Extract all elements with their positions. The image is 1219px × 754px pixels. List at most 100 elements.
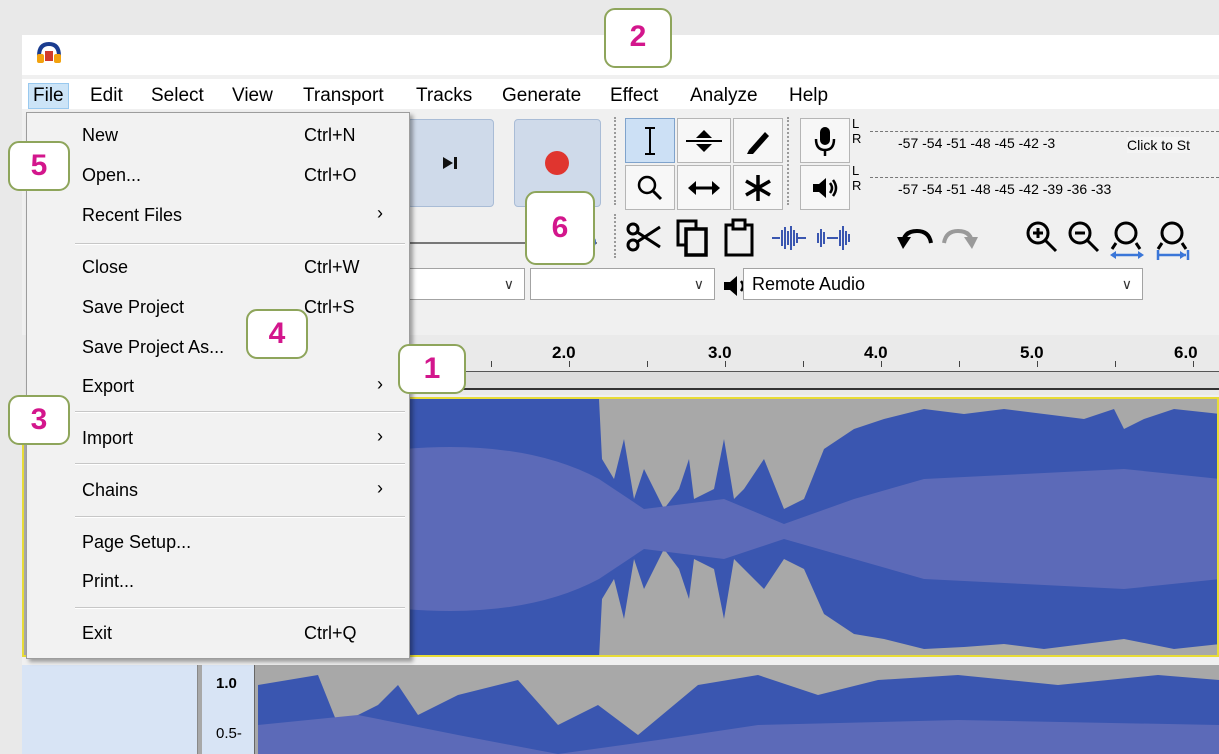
waveform: [258, 675, 1219, 754]
microphone-icon: [814, 126, 836, 156]
file-menu-import[interactable]: Import ›: [27, 422, 409, 456]
submenu-arrow-icon: ›: [377, 426, 383, 446]
callout-6: 6: [525, 191, 595, 265]
audio-track-2[interactable]: 1.0 0.5-: [22, 665, 1219, 754]
menu-view[interactable]: View: [228, 84, 277, 108]
audacity-logo-icon: [37, 42, 61, 63]
host-dropdown[interactable]: ∨: [407, 268, 525, 300]
file-menu-print[interactable]: Print...: [27, 565, 409, 599]
pencil-icon: [747, 131, 769, 154]
scale-mid-label: 0.5-: [216, 725, 242, 742]
copy-icon: [676, 219, 708, 257]
file-menu-new[interactable]: New Ctrl+N: [27, 119, 409, 153]
record-meter-scale: -57 -54 -51 -48 -45 -42 -3: [898, 135, 1056, 151]
callout-5: 5: [8, 141, 70, 191]
zoom-out-icon: [1068, 221, 1100, 253]
ruler-label: 5.0: [1020, 343, 1044, 362]
submenu-arrow-icon: ›: [377, 203, 383, 223]
record-meter-button[interactable]: [800, 118, 850, 163]
callout-1: 1: [398, 344, 466, 394]
play-meter-channels: L R: [852, 163, 862, 193]
file-menu: New Ctrl+N Open... Ctrl+O Recent Files › Cl…: [26, 112, 410, 659]
menu-select[interactable]: Select: [147, 84, 208, 108]
track-control-panel[interactable]: [22, 665, 198, 754]
ruler-label: 6.0: [1174, 343, 1198, 362]
clipboard-icon: [724, 218, 754, 257]
fit-selection-button[interactable]: [1110, 219, 1146, 261]
zoom-tool[interactable]: [625, 165, 675, 210]
menu-generate[interactable]: Generate: [498, 84, 585, 108]
toolbar-grip[interactable]: [787, 117, 795, 205]
zoom-selection-icon: [1110, 221, 1144, 259]
undo-button[interactable]: [895, 221, 935, 257]
silence-button[interactable]: [814, 221, 852, 255]
scissors-icon: [626, 222, 661, 252]
menu-file[interactable]: File: [28, 83, 69, 109]
output-device-dropdown[interactable]: Remote Audio ∨: [743, 268, 1143, 300]
file-menu-page-setup[interactable]: Page Setup...: [27, 526, 409, 560]
copy-button[interactable]: [672, 217, 712, 257]
record-meter[interactable]: -57 -54 -51 -48 -45 -42 -3 Click to St: [870, 117, 1219, 157]
redo-icon: [942, 228, 978, 249]
chevron-down-icon: ∨: [1121, 276, 1132, 292]
asterisk-icon: [745, 174, 771, 201]
trim-button[interactable]: [770, 221, 808, 255]
scale-top-label: 1.0: [216, 675, 237, 692]
file-menu-exit[interactable]: Exit Ctrl+Q: [27, 617, 409, 651]
paste-button[interactable]: [720, 217, 760, 257]
toolbar-grip[interactable]: [614, 117, 622, 205]
menu-tracks[interactable]: Tracks: [412, 84, 476, 108]
file-menu-save-project-as[interactable]: Save Project As...: [27, 331, 409, 365]
ibeam-icon: [645, 126, 655, 155]
draw-tool[interactable]: [733, 118, 783, 163]
menu-help[interactable]: Help: [785, 84, 832, 108]
submenu-arrow-icon: ›: [377, 374, 383, 394]
callout-2: 2: [604, 8, 672, 68]
redo-button[interactable]: [940, 221, 980, 257]
callout-4: 4: [246, 309, 308, 359]
ruler-label: 3.0: [708, 343, 732, 362]
zoom-out-button[interactable]: [1066, 219, 1102, 257]
chevron-down-icon: ∨: [503, 276, 514, 292]
trim-audio-icon: [772, 226, 806, 250]
envelope-icon: [686, 129, 722, 152]
cut-button[interactable]: [624, 217, 664, 257]
zoom-in-button[interactable]: [1024, 219, 1060, 257]
multi-tool[interactable]: [733, 165, 783, 210]
selection-tool[interactable]: [625, 118, 675, 163]
file-menu-open[interactable]: Open... Ctrl+O: [27, 159, 409, 193]
file-menu-chains[interactable]: Chains ›: [27, 474, 409, 508]
play-meter[interactable]: -57 -54 -51 -48 -45 -42 -39 -36 -33: [870, 163, 1219, 203]
timeshift-tool[interactable]: [677, 165, 731, 210]
undo-icon: [897, 228, 933, 249]
file-menu-recent-files[interactable]: Recent Files ›: [27, 199, 409, 233]
input-device-dropdown[interactable]: ∨: [530, 268, 715, 300]
play-meter-button[interactable]: [800, 165, 850, 210]
callout-3: 3: [8, 395, 70, 445]
magnifier-icon: [637, 175, 663, 200]
envelope-tool[interactable]: [677, 118, 731, 163]
track-vertical-scale[interactable]: 1.0 0.5-: [202, 665, 255, 754]
file-menu-save-project[interactable]: Save Project Ctrl+S: [27, 291, 409, 325]
submenu-arrow-icon: ›: [377, 478, 383, 498]
silence-audio-icon: [817, 226, 850, 250]
menu-transport[interactable]: Transport: [299, 84, 388, 108]
record-meter-channels: L R: [852, 116, 862, 146]
play-meter-scale: -57 -54 -51 -48 -45 -42 -39 -36 -33: [898, 181, 1112, 197]
output-device-value: Remote Audio: [752, 274, 866, 294]
skip-end-icon: [443, 157, 457, 169]
zoom-in-icon: [1026, 221, 1058, 253]
skip-to-end-button[interactable]: [407, 119, 494, 207]
chevron-down-icon: ∨: [693, 276, 704, 292]
record-meter-hint[interactable]: Click to St: [1127, 137, 1191, 153]
file-menu-export[interactable]: Export ›: [27, 370, 409, 404]
fit-project-button[interactable]: [1156, 219, 1192, 261]
menu-edit[interactable]: Edit: [86, 84, 127, 108]
toolbar-grip[interactable]: [614, 214, 622, 258]
menu-analyze[interactable]: Analyze: [686, 84, 762, 108]
ruler-label: 4.0: [864, 343, 888, 362]
file-menu-close[interactable]: Close Ctrl+W: [27, 251, 409, 285]
menu-effect[interactable]: Effect: [606, 84, 662, 108]
double-arrow-icon: [688, 180, 720, 195]
zoom-fit-icon: [1156, 221, 1190, 260]
